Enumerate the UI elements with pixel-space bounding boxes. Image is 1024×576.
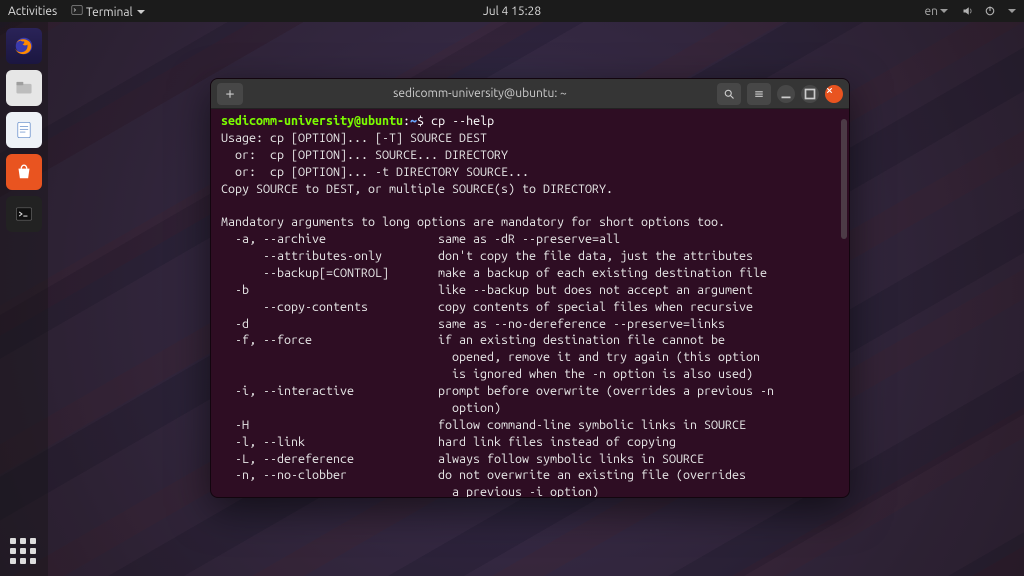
show-applications-button[interactable] — [0, 538, 48, 566]
window-close-button[interactable] — [825, 85, 843, 103]
plus-icon — [224, 88, 236, 100]
power-icon — [984, 5, 996, 17]
close-icon — [825, 86, 834, 95]
search-button[interactable] — [717, 83, 741, 105]
dock-terminal[interactable] — [6, 196, 42, 232]
hamburger-menu-button[interactable] — [747, 83, 771, 105]
hamburger-icon — [753, 88, 765, 100]
window-title: sedicomm-university@ubuntu: ~ — [249, 87, 711, 100]
chevron-down-icon — [940, 9, 948, 17]
dock-files[interactable] — [6, 70, 42, 106]
prompt-sep: : — [403, 114, 410, 128]
activities-button[interactable]: Activities — [8, 5, 57, 18]
input-source-indicator[interactable]: en — [925, 5, 948, 18]
terminal-scrollbar[interactable] — [841, 119, 847, 239]
command-output: Usage: cp [OPTION]... [-T] SOURCE DEST o… — [221, 131, 774, 497]
maximize-icon — [801, 85, 819, 103]
chevron-down-icon — [1008, 9, 1016, 17]
app-menu[interactable]: Terminal — [71, 4, 145, 19]
prompt-end: $ — [417, 114, 431, 128]
new-tab-button[interactable] — [217, 83, 243, 105]
app-menu-label: Terminal — [86, 6, 133, 19]
window-titlebar[interactable]: sedicomm-university@ubuntu: ~ — [211, 79, 849, 109]
document-icon — [13, 119, 35, 141]
prompt-cwd: ~ — [410, 114, 417, 128]
dock-firefox[interactable] — [6, 28, 42, 64]
window-minimize-button[interactable] — [777, 85, 795, 103]
terminal-mini-icon — [71, 4, 83, 16]
firefox-icon — [13, 35, 35, 57]
window-maximize-button[interactable] — [801, 85, 819, 103]
prompt-user-host: sedicomm-university@ubuntu — [221, 114, 403, 128]
typed-command: cp --help — [431, 114, 494, 128]
dock-ubuntu-software[interactable] — [6, 154, 42, 190]
dock-libreoffice-writer[interactable] — [6, 112, 42, 148]
terminal-icon — [13, 203, 35, 225]
apps-grid-icon — [10, 538, 38, 566]
clock[interactable]: Jul 4 15:28 — [483, 5, 541, 18]
terminal-window: sedicomm-university@ubuntu: ~ sedicomm-u… — [210, 78, 850, 498]
chevron-down-icon — [137, 10, 145, 18]
shopping-bag-icon — [13, 161, 35, 183]
search-icon — [723, 88, 735, 100]
volume-icon — [962, 5, 974, 17]
folder-icon — [13, 77, 35, 99]
terminal-viewport[interactable]: sedicomm-university@ubuntu:~$ cp --help … — [211, 109, 849, 497]
system-status-area[interactable] — [962, 5, 1016, 17]
ubuntu-dock — [0, 22, 48, 576]
gnome-top-bar: Activities Terminal Jul 4 15:28 en — [0, 0, 1024, 22]
minimize-icon — [777, 85, 795, 103]
